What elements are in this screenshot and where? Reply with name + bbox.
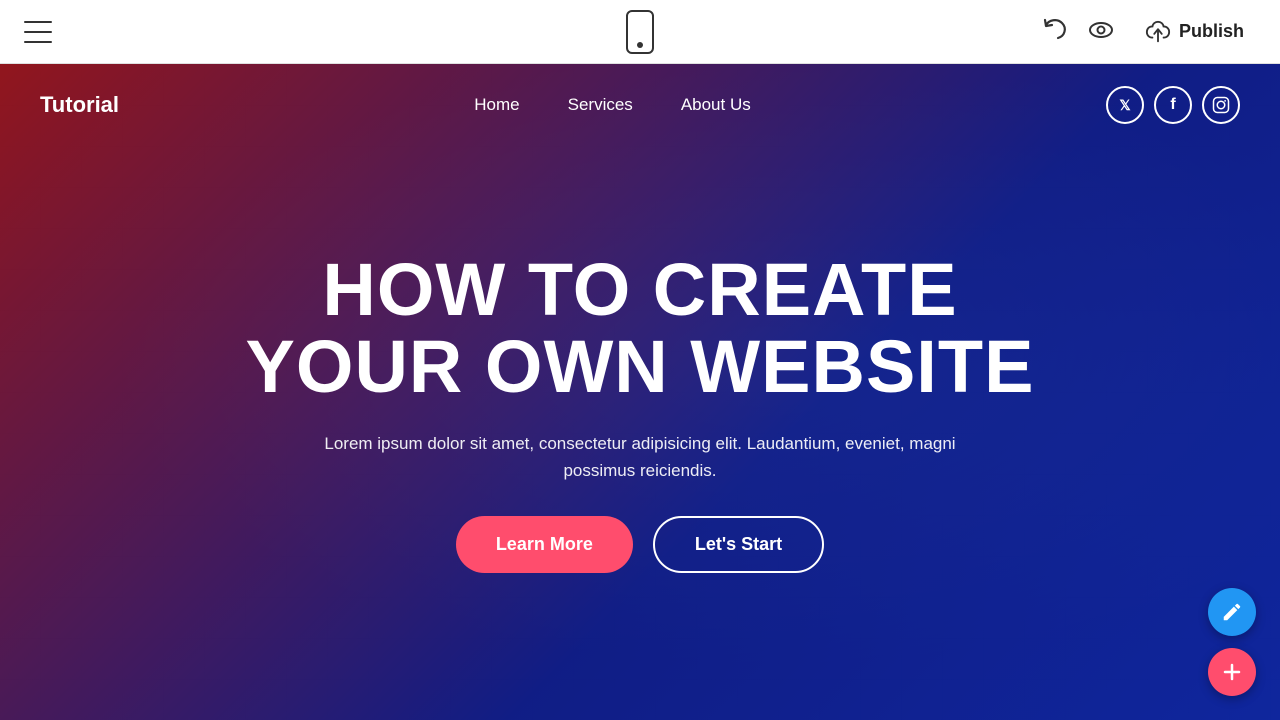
hero-section: Tutorial Home Services About Us 𝕏 f xyxy=(0,64,1280,720)
nav-about-us[interactable]: About Us xyxy=(681,95,751,115)
toolbar-left xyxy=(24,21,52,43)
hero-title-line1: HOW TO CREATE xyxy=(322,248,957,331)
nav-home[interactable]: Home xyxy=(474,95,519,115)
lets-start-button[interactable]: Let's Start xyxy=(653,516,824,573)
toolbar-center xyxy=(626,10,654,54)
publish-label: Publish xyxy=(1179,21,1244,42)
cloud-upload-icon xyxy=(1145,19,1171,45)
toolbar-right: Publish xyxy=(1041,13,1256,51)
instagram-icon[interactable] xyxy=(1202,86,1240,124)
site-nav: Tutorial Home Services About Us 𝕏 f xyxy=(0,64,1280,146)
hero-buttons: Learn More Let's Start xyxy=(456,516,824,573)
nav-services[interactable]: Services xyxy=(568,95,633,115)
twitter-icon[interactable]: 𝕏 xyxy=(1106,86,1144,124)
hero-title: HOW TO CREATE YOUR OWN WEBSITE xyxy=(246,251,1035,406)
facebook-icon[interactable]: f xyxy=(1154,86,1192,124)
mobile-view-icon[interactable] xyxy=(626,10,654,54)
preview-button[interactable] xyxy=(1087,16,1115,47)
hamburger-menu-icon[interactable] xyxy=(24,21,52,43)
publish-button[interactable]: Publish xyxy=(1133,13,1256,51)
undo-button[interactable] xyxy=(1041,16,1069,47)
social-icons: 𝕏 f xyxy=(1106,86,1240,124)
edit-fab-button[interactable] xyxy=(1208,588,1256,636)
preview-area: Tutorial Home Services About Us 𝕏 f xyxy=(0,64,1280,720)
toolbar: Publish xyxy=(0,0,1280,64)
plus-icon xyxy=(1220,660,1244,684)
pencil-icon xyxy=(1221,601,1243,623)
add-fab-button[interactable] xyxy=(1208,648,1256,696)
fab-container xyxy=(1208,588,1256,696)
hero-content: HOW TO CREATE YOUR OWN WEBSITE Lorem ips… xyxy=(246,251,1035,574)
nav-links: Home Services About Us xyxy=(474,95,750,115)
hero-subtitle: Lorem ipsum dolor sit amet, consectetur … xyxy=(290,430,990,484)
learn-more-button[interactable]: Learn More xyxy=(456,516,633,573)
hero-title-line2: YOUR OWN WEBSITE xyxy=(246,325,1035,408)
site-logo: Tutorial xyxy=(40,92,119,118)
